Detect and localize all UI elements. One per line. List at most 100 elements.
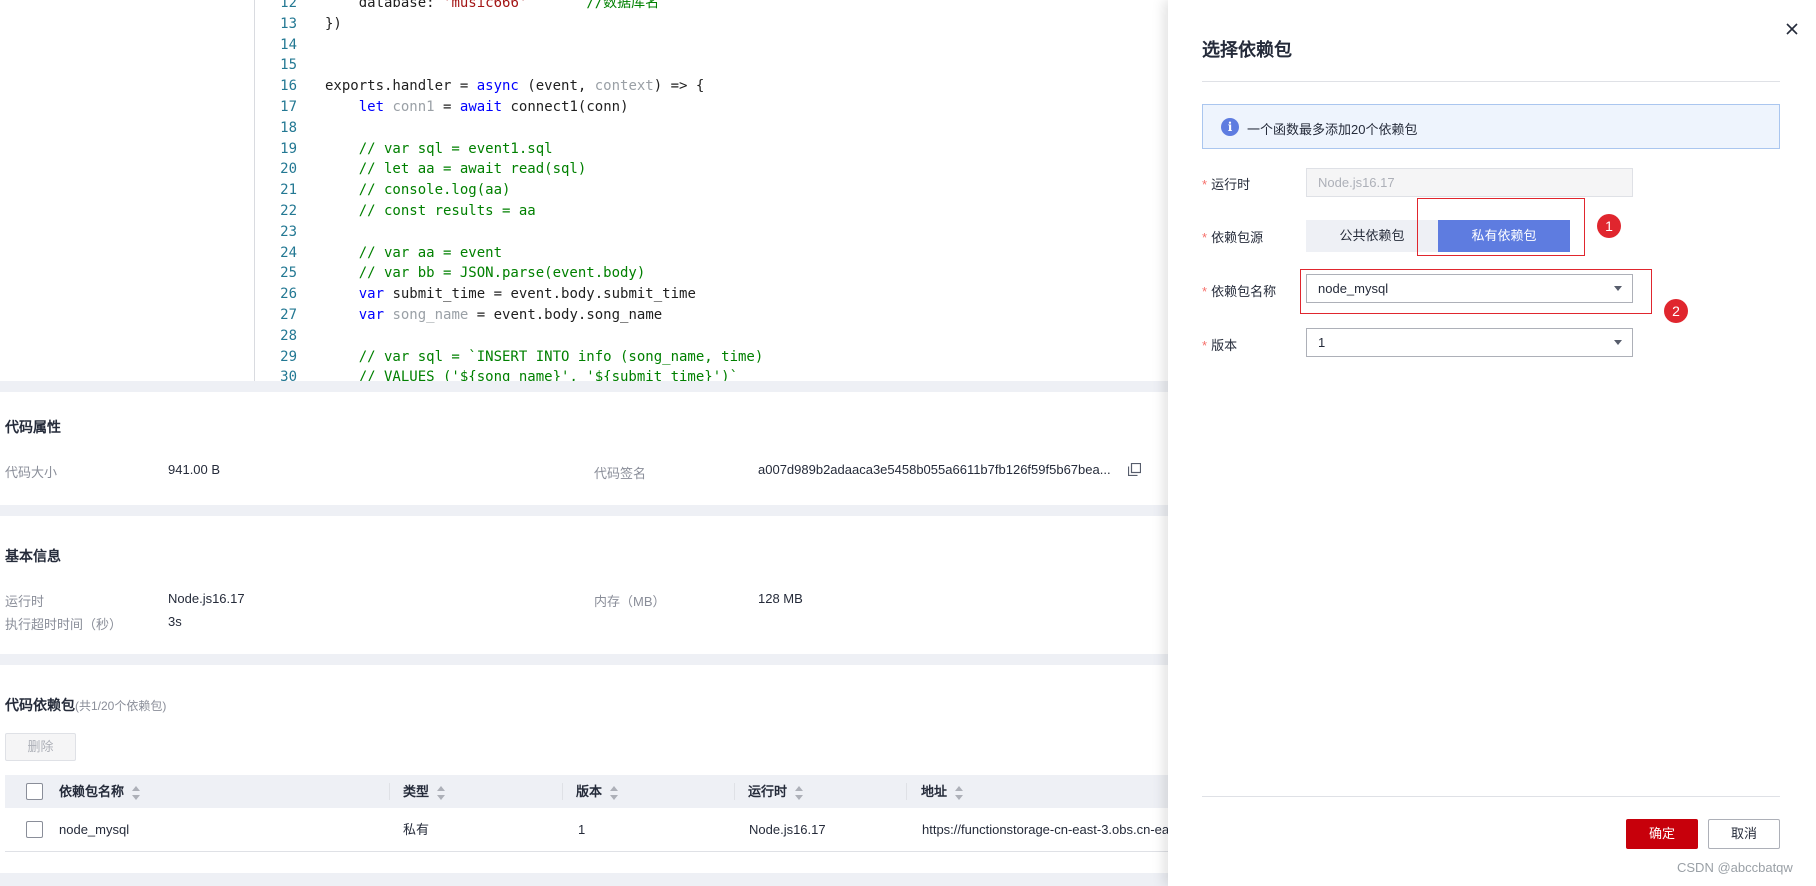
code-text: database: 'music666' //数据库名 [325, 0, 659, 14]
col-header-type[interactable]: 类型 [403, 775, 446, 808]
code-token: song_name [392, 306, 469, 323]
table-row[interactable]: node_mysql 私有 1 Node.js16.17 https://fun… [5, 808, 1168, 852]
code-text: // const results = aa [325, 201, 536, 222]
sort-icon[interactable] [437, 785, 446, 800]
code-token: let [358, 98, 385, 115]
timeout-label: 执行超时时间（秒） [5, 617, 123, 632]
code-token: context [594, 78, 654, 95]
runtime-field: Node.js16.17 [1306, 168, 1633, 197]
sort-icon[interactable] [132, 785, 141, 800]
column-divider [562, 783, 563, 800]
sort-icon[interactable] [955, 785, 964, 800]
cell-name: node_mysql [59, 822, 130, 837]
line-number: 18 [280, 119, 297, 136]
code-token: // var sql = event1.sql [325, 140, 553, 157]
code-editor[interactable]: 12 database: 'music666' //数据库名 13}) 14 15 16… [0, 0, 1168, 381]
annotation-badge-2: 2 [1664, 299, 1688, 323]
close-icon[interactable] [1783, 20, 1801, 38]
code-token: // var sql = `INSERT INTO info (song_nam… [325, 348, 764, 365]
code-token: // const results = aa [325, 202, 536, 219]
code-line[interactable]: 27 var song_name = event.body.song_name [255, 305, 1168, 326]
code-line[interactable]: 19 // var sql = event1.sql [255, 139, 1168, 160]
copy-icon[interactable] [1128, 463, 1141, 476]
watermark: CSDN @abccbatqw [1677, 860, 1793, 875]
section-title-code-properties: 代码属性 [5, 419, 61, 435]
line-number: 29 [280, 348, 297, 365]
code-text: // var sql = `INSERT INTO info (song_nam… [325, 347, 764, 368]
cell-version: 1 [578, 822, 586, 837]
col-header-address[interactable]: 地址 [921, 775, 964, 808]
code-line[interactable]: 21 // console.log(aa) [255, 180, 1168, 201]
code-token: var [358, 306, 385, 323]
source-form-label: * 依赖包源 [1202, 230, 1264, 245]
code-token: ) => { [653, 78, 705, 95]
code-text: exports.handler = async (event, context)… [325, 76, 704, 97]
required-mark: * [1202, 338, 1208, 353]
sort-icon[interactable] [795, 785, 804, 800]
code-text: }) [325, 14, 342, 35]
code-line[interactable]: 25 // var bb = JSON.parse(event.body) [255, 263, 1168, 284]
code-line[interactable]: 24 // var aa = event [255, 243, 1168, 264]
code-line[interactable]: 28 [255, 326, 1168, 347]
runtime-label: 运行时 [5, 594, 45, 609]
cell-type: 私有 [403, 822, 430, 837]
sort-icon[interactable] [610, 785, 619, 800]
line-number: 14 [280, 36, 297, 53]
code-token: database: [325, 0, 444, 11]
code-line[interactable]: 30 // VALUES ('${song_name}', '${submit_… [255, 367, 1168, 381]
line-number: 17 [280, 98, 297, 115]
code-line[interactable]: 18 [255, 118, 1168, 139]
code-text: // VALUES ('${song_name}', '${submit_tim… [325, 367, 738, 381]
code-text: // let aa = await read(sql) [325, 159, 587, 180]
code-line[interactable]: 26 var submit_time = event.body.submit_t… [255, 284, 1168, 305]
code-token: //数据库名 [527, 0, 660, 11]
line-number: 27 [280, 306, 297, 323]
select-all-checkbox[interactable] [26, 783, 43, 800]
line-number: 13 [280, 15, 297, 32]
code-lines[interactable]: 12 database: 'music666' //数据库名 13}) 14 15 16… [255, 0, 1168, 381]
version-select[interactable]: 1 [1306, 328, 1633, 357]
version-form-label: * 版本 [1202, 338, 1238, 353]
line-number: 23 [280, 223, 297, 240]
info-alert: i 一个函数最多添加20个依赖包 [1202, 104, 1780, 149]
code-line[interactable]: 22 // const results = aa [255, 201, 1168, 222]
col-header-name[interactable]: 依赖包名称 [59, 775, 141, 808]
timeout-value: 3s [168, 614, 182, 629]
code-line[interactable]: 14 [255, 35, 1168, 56]
code-token: submit_time = event.body.submit_time [384, 286, 696, 303]
runtime-form-label: * 运行时 [1202, 177, 1251, 192]
code-line[interactable]: 15 [255, 55, 1168, 76]
code-size-label: 代码大小 [5, 465, 58, 480]
code-line[interactable]: 20 // let aa = await read(sql) [255, 159, 1168, 180]
row-checkbox[interactable] [26, 821, 43, 838]
code-line[interactable]: 12 database: 'music666' //数据库名 [255, 0, 1168, 14]
delete-button[interactable]: 删除 [5, 733, 76, 761]
runtime-value: Node.js16.17 [168, 591, 245, 606]
caret-down-icon [1614, 340, 1622, 345]
code-line[interactable]: 13}) [255, 14, 1168, 35]
annotation-box-2 [1300, 269, 1652, 314]
annotation-box-1 [1417, 198, 1585, 256]
dependencies-title: 代码依赖包 [5, 697, 75, 713]
info-text: 一个函数最多添加20个依赖包 [1247, 122, 1418, 137]
confirm-button[interactable]: 确定 [1626, 819, 1698, 849]
line-number: 28 [280, 327, 297, 344]
code-line[interactable]: 29 // var sql = `INSERT INTO info (song_… [255, 347, 1168, 368]
code-line[interactable]: 17 let conn1 = await connect1(conn) [255, 97, 1168, 118]
cell-address[interactable]: https://functionstorage-cn-east-3.obs.cn… [922, 808, 1168, 852]
cancel-button[interactable]: 取消 [1708, 819, 1780, 849]
code-line[interactable]: 23 [255, 222, 1168, 243]
col-header-version[interactable]: 版本 [576, 775, 619, 808]
line-number: 21 [280, 182, 297, 199]
code-text: // var bb = JSON.parse(event.body) [325, 263, 646, 284]
select-dependency-drawer: 选择依赖包 i 一个函数最多添加20个依赖包 * 运行时 Node.js16.17… [1168, 0, 1816, 886]
code-text: // console.log(aa) [325, 180, 511, 201]
code-line[interactable]: 16 exports.handler = async (event, contex… [255, 76, 1168, 97]
code-text: var song_name = event.body.song_name [325, 305, 662, 326]
col-header-runtime[interactable]: 运行时 [748, 775, 804, 808]
section-title-dependencies: 代码依赖包(共1/20个依赖包) [5, 695, 166, 715]
code-token: var [358, 286, 385, 303]
